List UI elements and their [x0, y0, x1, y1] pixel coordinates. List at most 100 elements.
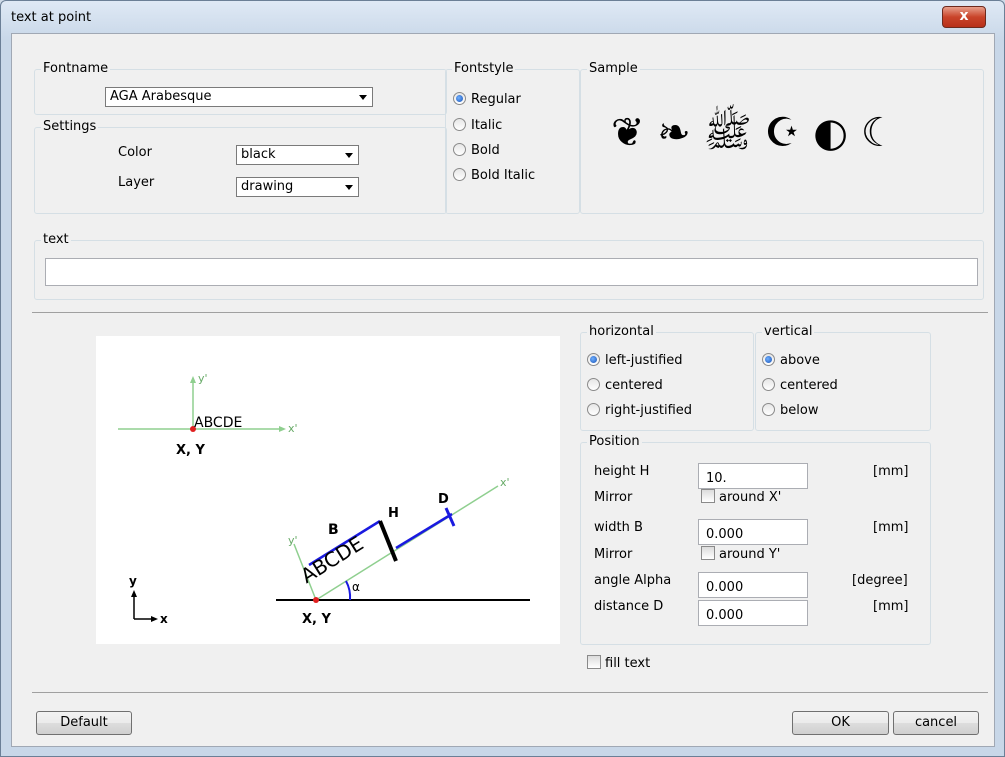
- color-label: Color: [118, 145, 152, 160]
- radio-icon: [587, 378, 600, 391]
- width-unit: [mm]: [873, 520, 909, 535]
- diagram-d-label: D: [438, 492, 449, 507]
- fontname-select[interactable]: AGA Arabesque: [105, 87, 373, 107]
- vertical-label: below: [780, 403, 819, 418]
- window-title: text at point: [11, 10, 92, 25]
- fill-text-checkbox[interactable]: fill text: [587, 655, 650, 673]
- diagram-top-text: ABCDE: [194, 415, 243, 431]
- diagram-bottom-xprime: x': [500, 476, 510, 489]
- angle-label: angle Alpha: [594, 573, 672, 588]
- fontstyle-option-bold[interactable]: Bold: [453, 143, 500, 161]
- fontstyle-label: Bold: [471, 143, 500, 158]
- vertical-option-above[interactable]: above: [762, 353, 820, 371]
- close-button[interactable]: x: [942, 6, 986, 28]
- width-input[interactable]: 0.000: [698, 519, 808, 545]
- radio-icon: [762, 378, 775, 391]
- mirror-x-checkbox[interactable]: around X': [701, 489, 781, 507]
- fontstyle-label: Regular: [471, 92, 521, 107]
- horizontal-label: right-justified: [605, 403, 693, 418]
- vertical-label: above: [780, 353, 820, 368]
- color-value: black: [241, 147, 276, 162]
- vertical-group: vertical above centered below: [755, 324, 931, 431]
- diagram-bottom-yprime: y': [288, 534, 298, 547]
- distance-input[interactable]: 0.000: [698, 600, 808, 626]
- fontstyle-label: Bold Italic: [471, 168, 536, 183]
- arrow-right-icon: [151, 616, 158, 622]
- diagram-b-label: B: [328, 522, 339, 538]
- arrow-right-icon: [279, 426, 286, 432]
- checkbox-icon: [587, 655, 601, 669]
- arrow-up-icon: [190, 376, 196, 383]
- radio-icon: [453, 168, 466, 181]
- radio-selected-icon: [587, 353, 600, 366]
- vertical-option-centered[interactable]: centered: [762, 378, 838, 396]
- settings-legend: Settings: [41, 119, 99, 134]
- horizontal-group: horizontal left-justified centered right…: [580, 324, 754, 431]
- settings-group: Settings Color black Layer drawing: [34, 119, 447, 214]
- color-select[interactable]: black: [236, 145, 359, 165]
- vertical-legend: vertical: [762, 324, 815, 339]
- diagram-svg: [118, 376, 530, 622]
- height-label: height H: [594, 464, 650, 479]
- vertical-option-below[interactable]: below: [762, 403, 818, 421]
- mirror-y-option: around Y': [719, 547, 781, 562]
- angle-input[interactable]: 0.000: [698, 572, 808, 598]
- close-icon: x: [959, 8, 969, 24]
- fontstyle-option-italic[interactable]: Italic: [453, 118, 502, 136]
- radio-icon: [453, 118, 466, 131]
- height-unit: [mm]: [873, 464, 909, 479]
- origin-point-rotated: [313, 597, 319, 603]
- dialog-body: Fontname AGA Arabesque Settings Color bl…: [11, 33, 995, 747]
- fontstyle-option-bold-italic[interactable]: Bold Italic: [453, 168, 535, 186]
- chevron-down-icon: [345, 153, 353, 158]
- default-button[interactable]: Default: [36, 711, 132, 735]
- sample-preview: ❦ ❧ ﷺ ☪ ◐ ☾: [611, 110, 897, 156]
- checkbox-icon: [701, 546, 715, 560]
- fontname-value: AGA Arabesque: [110, 89, 212, 104]
- chevron-down-icon: [359, 95, 367, 100]
- fontname-legend: Fontname: [41, 61, 111, 76]
- diagram-bottom-xy: X, Y: [302, 612, 331, 627]
- sample-legend: Sample: [587, 61, 640, 76]
- angle-unit: [degree]: [852, 573, 908, 588]
- distance-label: distance D: [594, 599, 664, 614]
- fontname-group: Fontname AGA Arabesque: [34, 61, 447, 115]
- position-group: Position height H 10. [mm] Mirror around…: [580, 434, 931, 645]
- horizontal-legend: horizontal: [587, 324, 656, 339]
- layer-label: Layer: [118, 175, 155, 190]
- mirror-x-option: around X': [719, 490, 782, 505]
- horizontal-option-right[interactable]: right-justified: [587, 403, 692, 421]
- diagram-top-yprime: y': [198, 372, 208, 385]
- diagram-top-xy: X, Y: [176, 443, 205, 458]
- checkbox-icon: [701, 489, 715, 503]
- distance-unit: [mm]: [873, 599, 909, 614]
- ok-button[interactable]: OK: [792, 711, 889, 735]
- horizontal-option-left[interactable]: left-justified: [587, 353, 683, 371]
- height-input[interactable]: 10.: [698, 463, 808, 489]
- layer-select[interactable]: drawing: [236, 177, 359, 197]
- vertical-label: centered: [780, 378, 838, 393]
- title-bar[interactable]: text at point x: [1, 1, 1004, 33]
- diagram-h-label: H: [388, 506, 399, 521]
- mirror-x-label: Mirror: [594, 490, 633, 505]
- horizontal-label: left-justified: [605, 353, 683, 368]
- horizontal-option-centered[interactable]: centered: [587, 378, 663, 396]
- diagram-x-label: x: [160, 612, 168, 626]
- divider: [32, 312, 988, 313]
- radio-icon: [587, 403, 600, 416]
- radio-icon: [762, 403, 775, 416]
- diagram-top-xprime: x': [288, 422, 298, 435]
- cancel-button[interactable]: cancel: [893, 711, 979, 735]
- position-legend: Position: [587, 434, 642, 449]
- alpha-arc: [345, 580, 352, 601]
- chevron-down-icon: [345, 185, 353, 190]
- mirror-y-checkbox[interactable]: around Y': [701, 546, 780, 564]
- text-legend: text: [41, 232, 71, 247]
- d-dimension: [395, 512, 453, 550]
- alignment-diagram: ABCDE X, Y y' x' ABCDE X, Y B H D α y' x…: [96, 336, 560, 644]
- fontstyle-option-regular[interactable]: Regular: [453, 92, 521, 110]
- text-input[interactable]: [45, 258, 978, 286]
- width-label: width B: [594, 520, 643, 535]
- arrow-up-icon: [131, 590, 137, 597]
- layer-value: drawing: [241, 179, 294, 194]
